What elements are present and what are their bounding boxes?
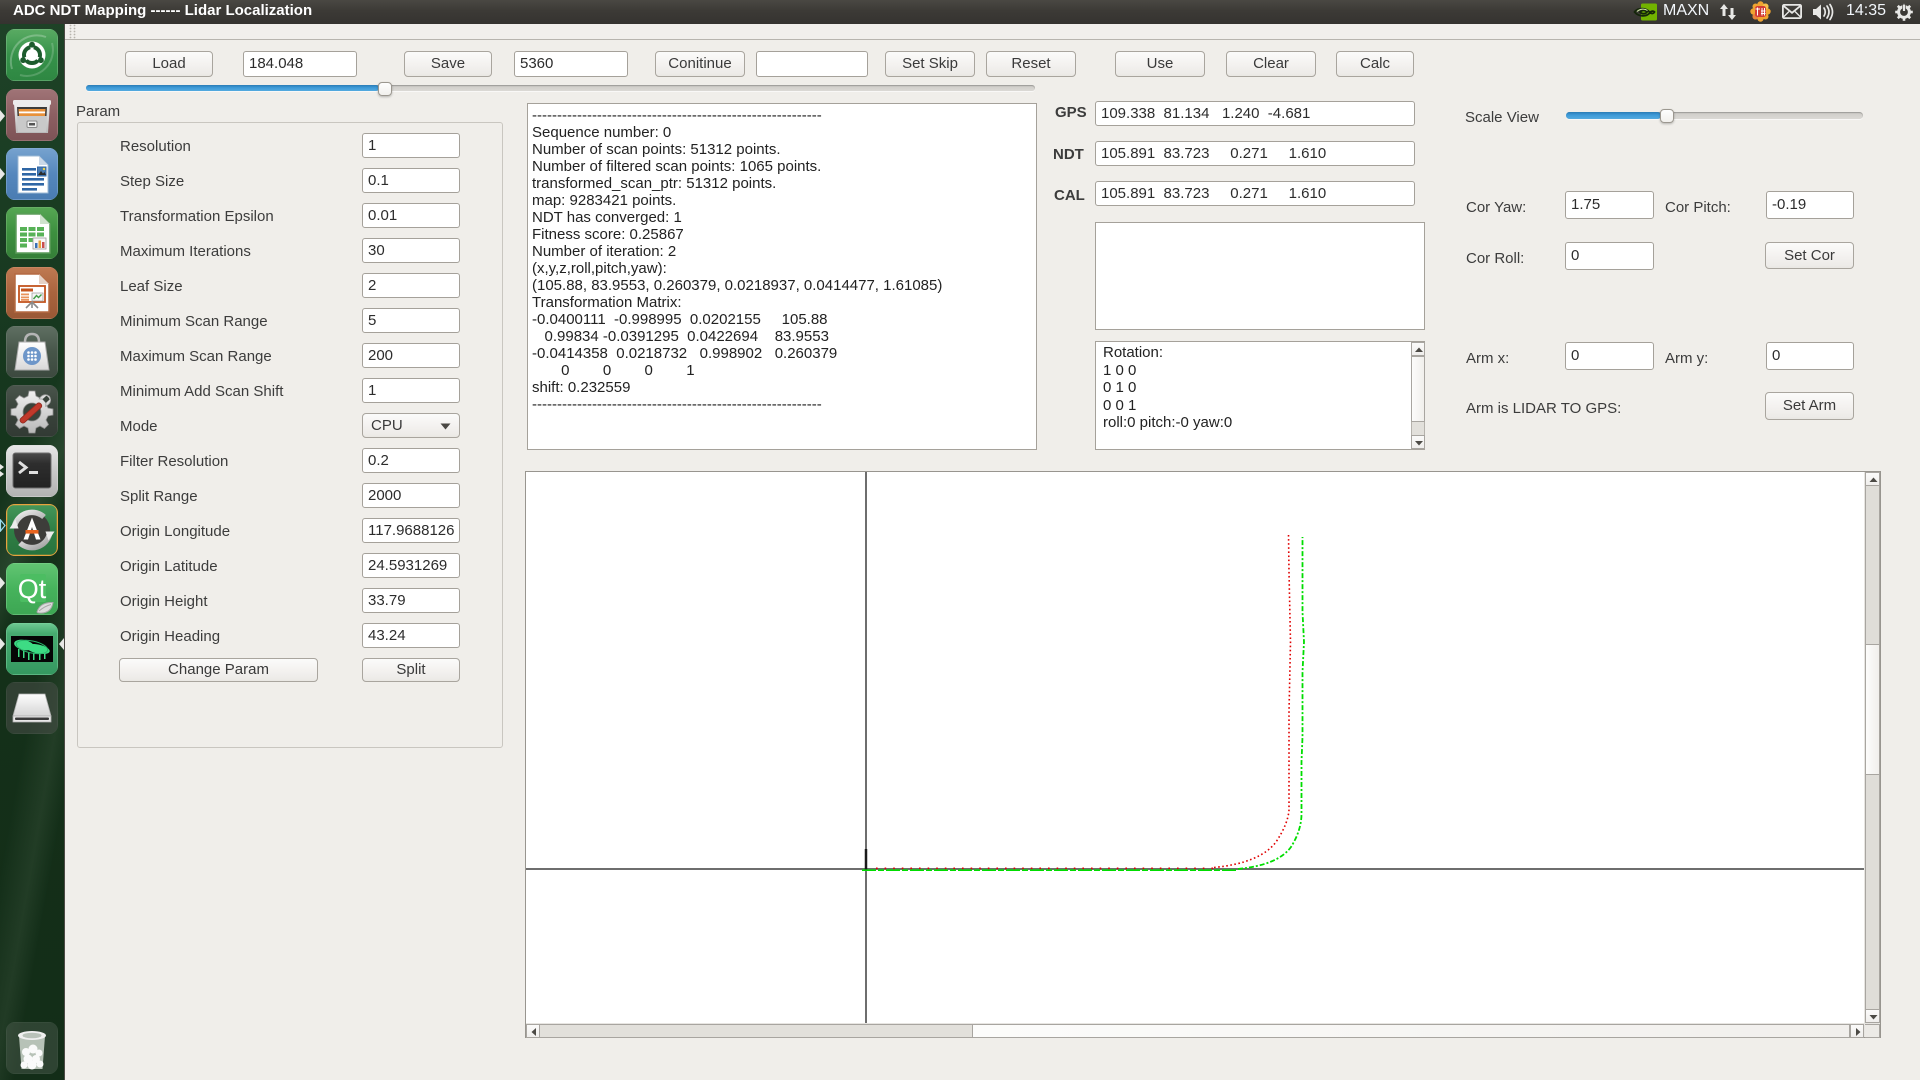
svg-text:Qt: Qt xyxy=(18,574,47,604)
